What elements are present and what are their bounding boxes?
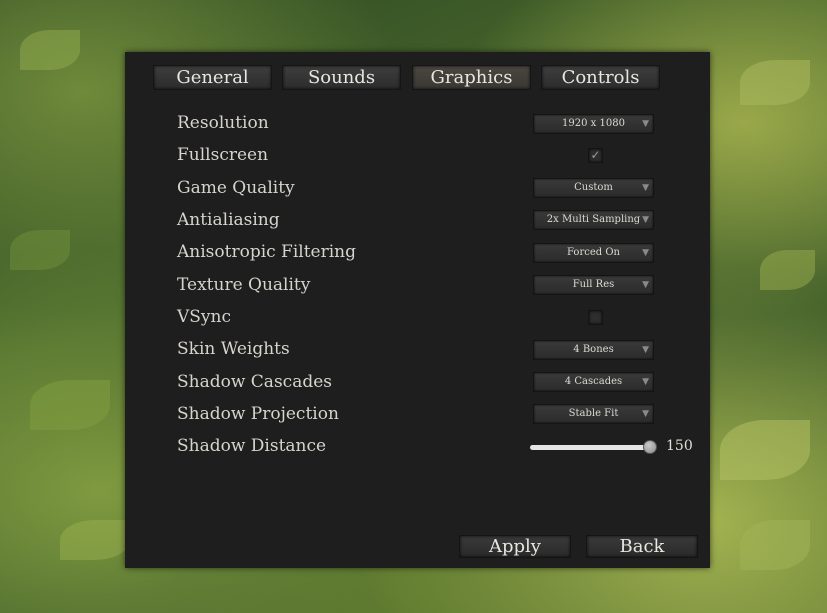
antialiasing-value: 2x Multi Sampling: [546, 214, 641, 225]
chevron-down-icon: ▼: [642, 183, 649, 193]
vsync-checkbox[interactable]: [588, 310, 603, 325]
anisotropic-filtering-dropdown[interactable]: Forced On ▼: [533, 243, 654, 263]
shadow-cascades-dropdown[interactable]: 4 Cascades ▼: [533, 372, 654, 392]
tab-sounds[interactable]: Sounds: [282, 65, 401, 90]
chevron-down-icon: ▼: [642, 119, 649, 129]
shadow-projection-value: Stable Fit: [568, 408, 619, 419]
settings-panel: General Sounds Graphics Controls Resolut…: [125, 52, 710, 568]
antialiasing-label: Antialiasing: [177, 210, 280, 230]
chevron-down-icon: ▼: [642, 409, 649, 419]
tab-general[interactable]: General: [153, 65, 272, 90]
game-quality-value: Custom: [574, 182, 613, 193]
antialiasing-dropdown[interactable]: 2x Multi Sampling ▼: [533, 210, 654, 230]
chevron-down-icon: ▼: [642, 280, 649, 290]
apply-button[interactable]: Apply: [459, 535, 571, 558]
shadow-cascades-label: Shadow Cascades: [177, 372, 332, 392]
fullscreen-checkbox[interactable]: ✓: [588, 148, 603, 163]
shadow-distance-slider[interactable]: [530, 440, 657, 454]
game-quality-label: Game Quality: [177, 178, 295, 198]
chevron-down-icon: ▼: [642, 377, 649, 387]
tab-controls[interactable]: Controls: [541, 65, 660, 90]
texture-quality-value: Full Res: [572, 279, 615, 290]
texture-quality-label: Texture Quality: [177, 275, 311, 295]
skin-weights-value: 4 Bones: [573, 344, 614, 355]
resolution-value: 1920 x 1080: [562, 118, 625, 129]
shadow-distance-value: 150: [666, 438, 693, 454]
skin-weights-dropdown[interactable]: 4 Bones ▼: [533, 340, 654, 360]
anisotropic-filtering-value: Forced On: [567, 247, 620, 258]
texture-quality-dropdown[interactable]: Full Res ▼: [533, 275, 654, 295]
fullscreen-label: Fullscreen: [177, 145, 269, 165]
vsync-label: VSync: [177, 307, 231, 327]
chevron-down-icon: ▼: [642, 248, 649, 258]
game-quality-dropdown[interactable]: Custom ▼: [533, 178, 654, 198]
shadow-cascades-value: 4 Cascades: [564, 376, 623, 387]
skin-weights-label: Skin Weights: [177, 339, 290, 359]
resolution-label: Resolution: [177, 113, 269, 133]
back-button[interactable]: Back: [586, 535, 698, 558]
shadow-projection-label: Shadow Projection: [177, 404, 339, 424]
anisotropic-filtering-label: Anisotropic Filtering: [177, 242, 357, 262]
chevron-down-icon: ▼: [642, 345, 649, 355]
chevron-down-icon: ▼: [642, 215, 649, 225]
slider-handle[interactable]: [643, 440, 657, 454]
tab-graphics[interactable]: Graphics: [412, 65, 531, 90]
shadow-projection-dropdown[interactable]: Stable Fit ▼: [533, 404, 654, 424]
shadow-distance-label: Shadow Distance: [177, 436, 327, 456]
resolution-dropdown[interactable]: 1920 x 1080 ▼: [533, 114, 654, 134]
